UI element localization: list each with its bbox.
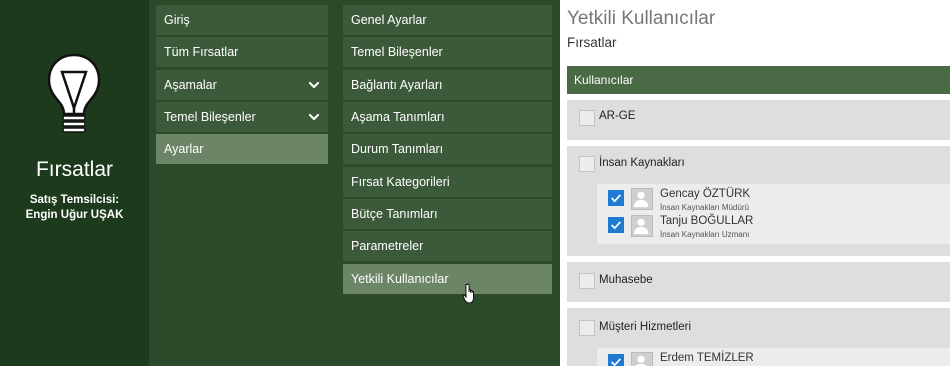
nav-item-parametreler[interactable]: Parametreler [343, 231, 552, 262]
group-row-insan-kaynaklari: İnsan Kaynakları Gencay ÖZTÜRK İnsan Kay… [567, 146, 950, 256]
group-label: Müşteri Hizmetleri [599, 321, 692, 333]
nav-item-label: Aşama Tanımları [351, 110, 445, 125]
user-list: Erdem TEMİZLER [597, 348, 950, 366]
group-label: Muhasebe [599, 274, 653, 286]
nav-item-durum-tanimlari[interactable]: Durum Tanımları [343, 134, 552, 165]
chevron-down-icon[interactable] [308, 79, 320, 91]
user-role: İnsan Kaynakları Uzmanı [660, 230, 750, 239]
primary-nav: Giriş Tüm Fırsatlar Aşamalar Temel Bileş… [149, 0, 336, 366]
nav-item-label: Giriş [164, 13, 190, 27]
nav-item-label: Bağlantı Ayarları [351, 77, 443, 92]
group-checkbox[interactable] [579, 156, 595, 172]
app-title: Fırsatlar [35, 158, 113, 181]
nav-item-label: Aşamalar [164, 77, 217, 92]
nav-item-label: Parametreler [351, 239, 424, 254]
nav-item-giris[interactable]: Giriş [156, 5, 328, 35]
settings-nav: Genel Ayarlar Temel Bileşenler Bağlantı … [336, 0, 560, 366]
nav-item-baglanti-ayarlari[interactable]: Bağlantı Ayarları [343, 69, 552, 100]
group-checkbox[interactable] [579, 273, 595, 289]
user-name: Gencay ÖZTÜRK [660, 188, 751, 200]
group-label: İnsan Kaynakları [599, 157, 685, 169]
checkmark-icon [611, 358, 622, 366]
nav-item-temel-bilesenler[interactable]: Temel Bileşenler [156, 102, 328, 133]
user-checkbox[interactable] [608, 190, 624, 206]
group-checkbox[interactable] [579, 320, 595, 336]
nav-item-genel-ayarlar[interactable]: Genel Ayarlar [343, 5, 552, 35]
user-silhouette-icon [635, 355, 647, 366]
user-info: Satış Temsilcisi: Engin Uğur UŞAK [0, 193, 149, 223]
nav-item-butce-tanimlari[interactable]: Bütçe Tanımları [343, 199, 552, 230]
checkmark-icon [611, 194, 622, 203]
lightbulb-icon [47, 53, 101, 133]
nav-item-label: Yetkili Kullanıcılar [351, 271, 449, 286]
users-section-header: Kullanıcılar [567, 66, 950, 94]
nav-item-label: Fırsat Kategorileri [351, 174, 450, 189]
chevron-down-icon[interactable] [308, 111, 320, 123]
nav-item-label: Temel Bileşenler [351, 45, 443, 60]
nav-item-label: Ayarlar [164, 142, 204, 157]
nav-item-yetkili-kullanicilar[interactable]: Yetkili Kullanıcılar [343, 263, 552, 294]
nav-item-label: Durum Tanımları [351, 142, 444, 157]
user-silhouette-icon [633, 191, 649, 208]
page-title: Yetkili Kullanıcılar [567, 8, 716, 29]
nav-item-ayarlar[interactable]: Ayarlar [156, 134, 328, 165]
nav-item-firsat-kategorileri[interactable]: Fırsat Kategorileri [343, 166, 552, 197]
nav-item-asama-tanimlari[interactable]: Aşama Tanımları [343, 102, 552, 133]
nav-item-temel-bilesenler[interactable]: Temel Bileşenler [343, 37, 552, 68]
page-subtitle: Fırsatlar [567, 35, 617, 50]
group-row-muhasebe: Muhasebe [567, 262, 950, 302]
nav-item-label: Bütçe Tanımları [351, 207, 438, 222]
user-role: İnsan Kaynakları Müdürü [660, 203, 749, 212]
app-brand-panel: Fırsatlar Satış Temsilcisi: Engin Uğur U… [0, 0, 149, 366]
user-role-label: Satış Temsilcisi: [29, 194, 120, 206]
nav-item-asamalar[interactable]: Aşamalar [156, 69, 328, 100]
user-checkbox[interactable] [608, 354, 624, 366]
user-name: Engin Uğur UŞAK [25, 209, 124, 221]
user-checkbox[interactable] [608, 217, 624, 233]
avatar [631, 352, 653, 366]
main-content: Yetkili Kullanıcılar Fırsatlar Kullanıcı… [560, 0, 950, 366]
user-name: Tanju BOĞULLAR [660, 215, 754, 227]
group-checkbox[interactable] [579, 110, 595, 126]
hand-cursor-icon [462, 283, 474, 304]
group-row-musteri-hizmetleri: Müşteri Hizmetleri Erdem TEMİZLER [567, 308, 950, 366]
nav-item-label: Temel Bileşenler [164, 110, 256, 125]
user-list: Gencay ÖZTÜRK İnsan Kaynakları Müdürü Ta… [597, 184, 950, 244]
user-name: Erdem TEMİZLER [660, 352, 754, 364]
avatar [631, 215, 653, 237]
group-label: AR-GE [599, 110, 636, 122]
group-row-ar-ge: AR-GE [567, 100, 950, 140]
nav-item-tum-firsatlar[interactable]: Tüm Fırsatlar [156, 37, 328, 68]
checkmark-icon [611, 221, 622, 230]
nav-item-label: Tüm Fırsatlar [164, 45, 239, 60]
nav-item-label: Genel Ayarlar [351, 13, 427, 27]
avatar [631, 188, 653, 210]
user-silhouette-icon [633, 218, 649, 235]
